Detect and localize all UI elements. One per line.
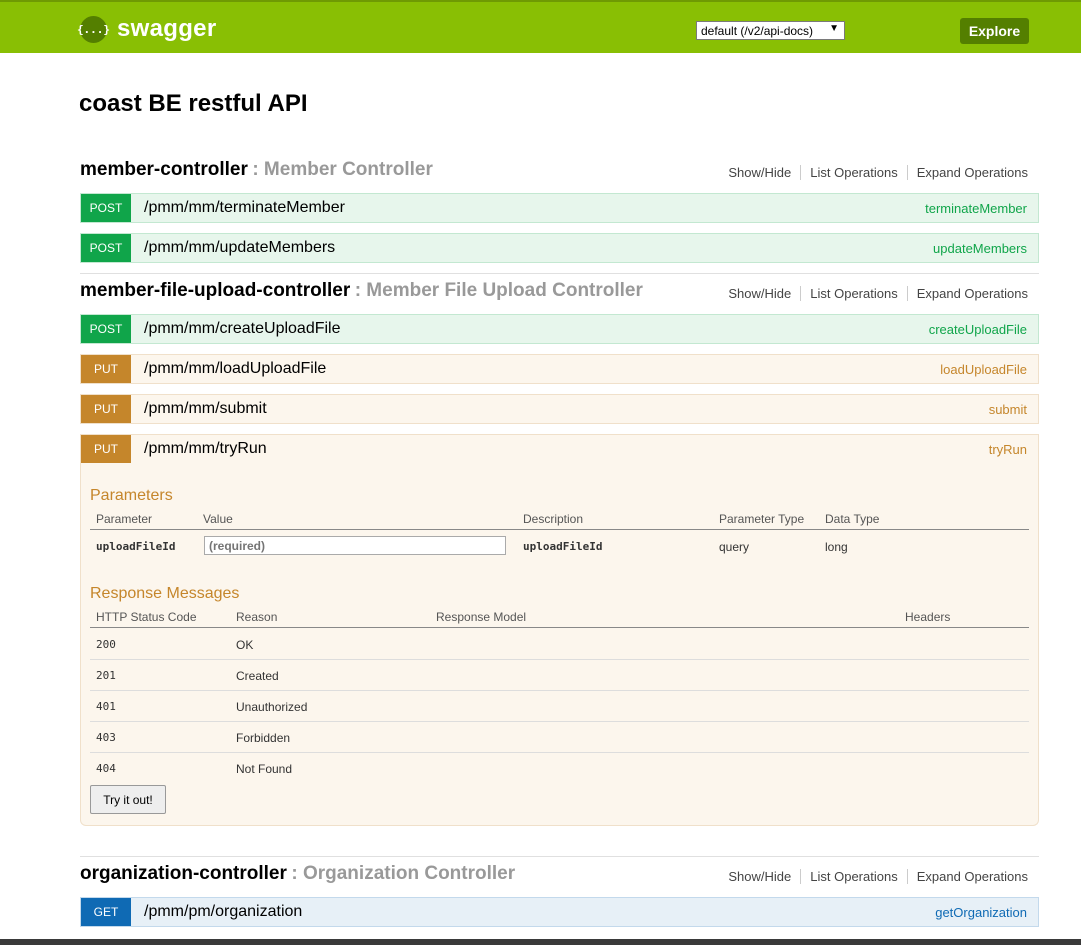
parameters-table-header: Parameter Value Description Parameter Ty… [90, 511, 1029, 530]
section-name[interactable]: member-file-upload-controller [80, 280, 350, 301]
expand-operations-link[interactable]: Expand Operations [908, 286, 1028, 301]
operation-row[interactable]: POST /pmm/mm/terminateMember terminateMe… [80, 193, 1039, 223]
operation-nickname[interactable]: updateMembers [933, 241, 1027, 256]
logo-text: swagger [117, 15, 217, 42]
list-operations-link[interactable]: List Operations [801, 286, 908, 301]
section-name[interactable]: organization-controller [80, 863, 287, 884]
response-row: 201 Created [90, 660, 1029, 691]
expand-operations-link[interactable]: Expand Operations [908, 165, 1028, 180]
column-header: Value [203, 512, 233, 526]
response-reason: Not Found [236, 762, 293, 776]
operation-path[interactable]: /pmm/mm/createUploadFile [144, 320, 929, 338]
column-header: Data Type [825, 512, 880, 526]
operation-row[interactable]: GET /pmm/pm/organization getOrganization [80, 897, 1039, 927]
parameter-value-input[interactable] [204, 536, 506, 555]
explore-button[interactable]: Explore [960, 18, 1029, 44]
status-code: 401 [96, 700, 116, 713]
api-title: coast BE restful API [79, 90, 308, 117]
response-row: 200 OK [90, 629, 1029, 660]
operation-nickname[interactable]: getOrganization [935, 905, 1027, 920]
operation-details: Parameters Parameter Value Description P… [80, 463, 1039, 826]
operation-nickname[interactable]: createUploadFile [929, 322, 1027, 337]
list-operations-link[interactable]: List Operations [801, 869, 908, 884]
parameter-type: query [719, 540, 750, 554]
section-divider [80, 273, 1039, 274]
http-method-badge: POST [81, 315, 131, 343]
operation-nickname[interactable]: tryRun [989, 442, 1027, 457]
response-reason: OK [236, 638, 254, 652]
spec-url-value: default (/v2/api-docs) [701, 23, 814, 38]
operation-row[interactable]: PUT /pmm/mm/submit submit [80, 394, 1039, 424]
section-actions: Show/Hide List Operations Expand Operati… [719, 165, 1028, 180]
responses-table-header: HTTP Status Code Reason Response Model H… [90, 609, 1029, 628]
response-reason: Created [236, 669, 279, 683]
section-name[interactable]: member-controller [80, 159, 248, 180]
column-header: Reason [236, 610, 278, 624]
taskbar [0, 939, 1081, 945]
section-actions: Show/Hide List Operations Expand Operati… [719, 869, 1028, 884]
section-divider [80, 856, 1039, 857]
http-method-badge: PUT [81, 355, 131, 383]
http-method-badge: POST [81, 234, 131, 262]
expand-operations-link[interactable]: Expand Operations [908, 869, 1028, 884]
status-code: 403 [96, 731, 116, 744]
swagger-logo-icon: {...} [77, 15, 110, 43]
response-row: 403 Forbidden [90, 722, 1029, 753]
status-code: 200 [96, 638, 116, 651]
show-hide-link[interactable]: Show/Hide [719, 286, 802, 301]
response-row: 404 Not Found [90, 753, 1029, 784]
operation-nickname[interactable]: loadUploadFile [940, 362, 1027, 377]
operation-row[interactable]: POST /pmm/mm/updateMembers updateMembers [80, 233, 1039, 263]
operation-row[interactable]: PUT /pmm/mm/loadUploadFile loadUploadFil… [80, 354, 1039, 384]
status-code: 201 [96, 669, 116, 682]
status-code: 404 [96, 762, 116, 775]
response-reason: Unauthorized [236, 700, 308, 714]
section-description: : Member File Upload Controller [354, 280, 643, 301]
parameter-name: uploadFileId [96, 540, 176, 553]
dropdown-arrow-icon: ▼ [829, 23, 839, 34]
top-bar: {...} swagger default (/v2/api-docs) ▼ E… [0, 0, 1081, 53]
operation-row-expanded[interactable]: PUT /pmm/mm/tryRun tryRun [80, 434, 1039, 464]
response-row: 401 Unauthorized [90, 691, 1029, 722]
list-operations-link[interactable]: List Operations [801, 165, 908, 180]
section-description: : Member Controller [252, 159, 433, 180]
operation-nickname[interactable]: submit [989, 402, 1027, 417]
parameter-row: uploadFileId uploadFileId query long [90, 531, 1029, 562]
parameters-title: Parameters [90, 487, 173, 504]
operation-row[interactable]: POST /pmm/mm/createUploadFile createUplo… [80, 314, 1039, 344]
section-header-organization-controller: organization-controller : Organization C… [80, 863, 1038, 889]
operation-path[interactable]: /pmm/mm/submit [144, 400, 989, 418]
column-header: Parameter Type [719, 512, 805, 526]
try-it-out-button[interactable]: Try it out! [90, 785, 166, 814]
spec-url-select[interactable]: default (/v2/api-docs) ▼ [696, 21, 845, 40]
http-method-badge: PUT [81, 395, 131, 423]
section-header-member-file-upload-controller: member-file-upload-controller : Member F… [80, 280, 1038, 306]
column-header: Response Model [436, 610, 527, 624]
column-header: HTTP Status Code [96, 610, 197, 624]
operation-path[interactable]: /pmm/mm/loadUploadFile [144, 360, 940, 378]
section-actions: Show/Hide List Operations Expand Operati… [719, 286, 1028, 301]
section-header-member-controller: member-controller : Member Controller Sh… [80, 159, 1038, 185]
http-method-badge: PUT [81, 435, 131, 463]
parameter-description: uploadFileId [523, 540, 603, 553]
show-hide-link[interactable]: Show/Hide [719, 869, 802, 884]
response-reason: Forbidden [236, 731, 291, 745]
http-method-badge: GET [81, 898, 131, 926]
operation-nickname[interactable]: terminateMember [925, 201, 1027, 216]
column-header: Description [523, 512, 584, 526]
column-header: Headers [905, 610, 951, 624]
operation-path[interactable]: /pmm/pm/organization [144, 903, 935, 921]
data-type: long [825, 540, 848, 554]
operation-path[interactable]: /pmm/mm/tryRun [144, 440, 989, 458]
swagger-logo[interactable]: {...} swagger [77, 15, 217, 43]
response-messages-title: Response Messages [90, 585, 240, 602]
show-hide-link[interactable]: Show/Hide [719, 165, 802, 180]
section-description: : Organization Controller [291, 863, 516, 884]
operation-path[interactable]: /pmm/mm/updateMembers [144, 239, 933, 257]
column-header: Parameter [96, 512, 153, 526]
http-method-badge: POST [81, 194, 131, 222]
operation-path[interactable]: /pmm/mm/terminateMember [144, 199, 925, 217]
